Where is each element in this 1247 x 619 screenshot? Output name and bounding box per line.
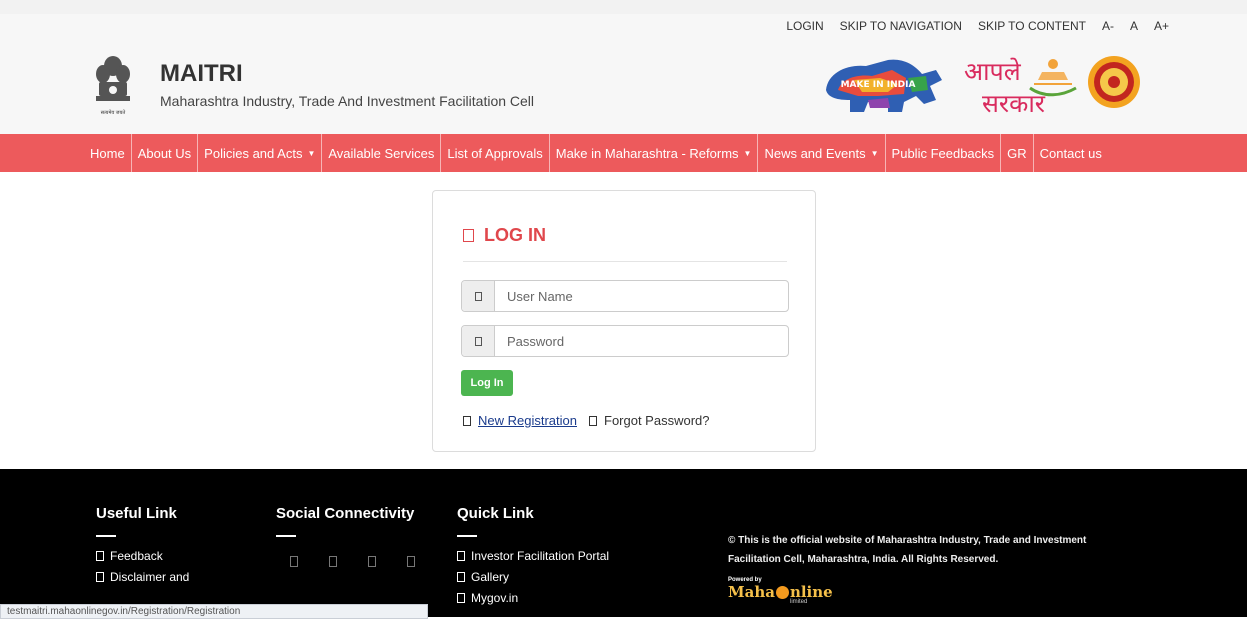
window-top-edge bbox=[0, 0, 1247, 15]
nav-item-available-services[interactable]: Available Services bbox=[322, 134, 442, 172]
mahaonline-wordmark: Maha nline bbox=[728, 583, 833, 601]
username-input[interactable] bbox=[495, 281, 788, 311]
nav-item-news-and-events[interactable]: News and Events ▼ bbox=[758, 134, 886, 172]
linkedin-icon[interactable] bbox=[407, 556, 415, 567]
nav-item-about-us[interactable]: About Us bbox=[132, 134, 199, 172]
font-normal-link[interactable]: A bbox=[1130, 19, 1138, 33]
caret-down-icon: ▼ bbox=[743, 148, 752, 158]
useful-links-title: Useful Link bbox=[96, 505, 177, 522]
arrow-icon bbox=[457, 593, 465, 603]
aaple-sarkar-logo: आपले सरकार bbox=[964, 57, 1077, 118]
nav-item-label: List of Approvals bbox=[447, 145, 543, 161]
social-column: Social Connectivity bbox=[276, 505, 415, 567]
social-icons bbox=[290, 556, 415, 567]
font-decrease-link[interactable]: A- bbox=[1102, 19, 1114, 33]
arrow-icon bbox=[457, 572, 465, 582]
aaple-text: आपले bbox=[964, 57, 1022, 86]
make-in-india-text: MAKE IN INDIA bbox=[841, 80, 916, 90]
utility-links: LOGIN SKIP TO NAVIGATION SKIP TO CONTENT… bbox=[786, 19, 1169, 33]
arrow-icon bbox=[96, 551, 104, 561]
facebook-icon[interactable] bbox=[290, 556, 298, 567]
sarkar-text: सरकार bbox=[982, 89, 1046, 118]
disclaimer-link-label: Disclaimer and bbox=[110, 570, 190, 584]
login-divider bbox=[463, 261, 787, 262]
national-emblem-icon: सत्यमेव जयते bbox=[96, 56, 130, 116]
site-footer: Useful Link Feedback Disclaimer and Soci… bbox=[0, 469, 1247, 617]
nav-item-label: Policies and Acts bbox=[204, 145, 303, 161]
user-icon bbox=[462, 281, 495, 311]
nav-item-label: Contact us bbox=[1039, 145, 1102, 161]
site-header: सत्यमेव जयते MAITRI Maharashtra Industry… bbox=[0, 40, 1247, 134]
font-increase-link[interactable]: A+ bbox=[1154, 19, 1169, 33]
maha-text: Maha bbox=[728, 583, 775, 601]
nav-item-label: Home bbox=[90, 145, 125, 161]
nav-item-label: News and Events bbox=[764, 145, 866, 161]
nav-item-policies-and-acts[interactable]: Policies and Acts ▼ bbox=[198, 134, 323, 172]
title-underline bbox=[276, 535, 296, 537]
nav-item-label: Available Services bbox=[328, 145, 435, 161]
site-title[interactable]: MAITRI bbox=[160, 60, 243, 88]
nav-item-label: Make in Maharashtra - Reforms bbox=[555, 145, 739, 161]
title-underline bbox=[96, 535, 116, 537]
investor-portal-link[interactable]: Investor Facilitation Portal bbox=[457, 549, 609, 563]
social-title: Social Connectivity bbox=[276, 505, 415, 522]
mahaonline-logo[interactable]: Powered by Maha nline limited bbox=[728, 577, 833, 605]
disclaimer-link[interactable]: Disclaimer and bbox=[96, 570, 189, 584]
login-button[interactable]: Log In bbox=[461, 370, 513, 396]
user-plus-icon bbox=[463, 415, 471, 426]
caret-down-icon: ▼ bbox=[307, 148, 316, 158]
nav-item-label: Public Feedbacks bbox=[891, 145, 995, 161]
feedback-link-label: Feedback bbox=[110, 549, 163, 563]
make-in-india-logo: MAKE IN INDIA bbox=[826, 59, 942, 112]
login-title: LOG IN bbox=[463, 225, 546, 246]
login-panel: LOG IN Log In New Registration Forgot Pa… bbox=[432, 190, 816, 452]
investor-portal-label: Investor Facilitation Portal bbox=[471, 549, 610, 563]
password-group bbox=[461, 325, 789, 357]
nav-item-make-in-maharashtra-reforms[interactable]: Make in Maharashtra - Reforms ▼ bbox=[550, 134, 759, 172]
sun-icon bbox=[775, 585, 789, 599]
question-icon bbox=[589, 415, 597, 426]
maharashtra-seal-logo bbox=[1088, 56, 1140, 108]
gallery-label: Gallery bbox=[471, 570, 510, 584]
mygov-link[interactable]: Mygov.in bbox=[457, 591, 609, 605]
feedback-link[interactable]: Feedback bbox=[96, 549, 189, 563]
youtube-icon[interactable] bbox=[368, 556, 376, 567]
lock-icon bbox=[463, 229, 474, 242]
quick-links-column: Quick Link Investor Facilitation Portal … bbox=[457, 505, 609, 612]
skip-to-navigation-link[interactable]: SKIP TO NAVIGATION bbox=[840, 19, 962, 33]
new-registration-link[interactable]: New Registration bbox=[478, 413, 577, 428]
twitter-icon[interactable] bbox=[329, 556, 337, 567]
password-input[interactable] bbox=[495, 326, 788, 356]
nav-items: Home About Us Policies and Acts ▼ Availab… bbox=[84, 134, 1108, 172]
login-link[interactable]: LOGIN bbox=[786, 19, 823, 33]
nav-item-label: GR bbox=[1007, 145, 1027, 161]
skip-to-content-link[interactable]: SKIP TO CONTENT bbox=[978, 19, 1086, 33]
nav-item-contact-us[interactable]: Contact us bbox=[1034, 134, 1108, 172]
title-underline bbox=[457, 535, 477, 537]
emblem-caption: सत्यमेव जयते bbox=[101, 109, 126, 116]
nav-item-label: About Us bbox=[137, 145, 192, 161]
quick-links-title: Quick Link bbox=[457, 505, 534, 522]
forgot-password-link[interactable]: Forgot Password? bbox=[604, 413, 710, 428]
copyright-text: © This is the official website of Mahara… bbox=[728, 535, 1087, 565]
login-links: New Registration Forgot Password? bbox=[463, 413, 710, 428]
nav-item-list-of-approvals[interactable]: List of Approvals bbox=[441, 134, 550, 172]
nav-item-home[interactable]: Home bbox=[84, 134, 132, 172]
arrow-icon bbox=[96, 572, 104, 582]
mygov-label: Mygov.in bbox=[471, 591, 519, 605]
useful-links-column: Useful Link Feedback Disclaimer and bbox=[96, 505, 189, 591]
utility-bar: LOGIN SKIP TO NAVIGATION SKIP TO CONTENT… bbox=[0, 14, 1247, 40]
arrow-icon bbox=[457, 551, 465, 561]
gallery-link[interactable]: Gallery bbox=[457, 570, 609, 584]
nav-item-public-feedbacks[interactable]: Public Feedbacks bbox=[886, 134, 1002, 172]
username-group bbox=[461, 280, 789, 312]
key-icon bbox=[462, 326, 495, 356]
login-title-text: LOG IN bbox=[484, 225, 546, 245]
site-subtitle: Maharashtra Industry, Trade And Investme… bbox=[160, 93, 535, 109]
nav-item-gr[interactable]: GR bbox=[1001, 134, 1034, 172]
main-navigation: Home About Us Policies and Acts ▼ Availab… bbox=[0, 134, 1247, 172]
caret-down-icon: ▼ bbox=[870, 148, 879, 158]
